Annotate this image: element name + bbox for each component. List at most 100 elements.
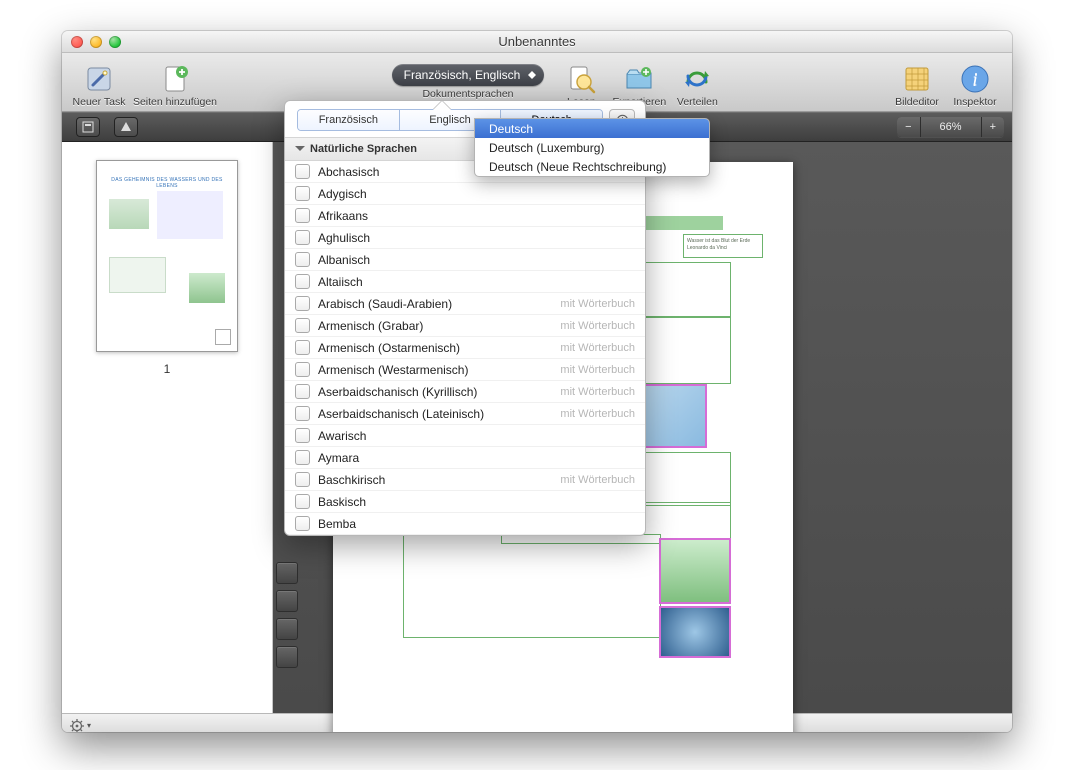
thumbnail-page-number: 1: [164, 362, 171, 376]
language-name: Afrikaans: [318, 209, 368, 223]
language-name: Aserbaidschanisch (Lateinisch): [318, 407, 484, 421]
language-dropdown-label: Französisch, Englisch: [404, 68, 521, 82]
titlebar: Unbenanntes: [62, 31, 1012, 53]
checkbox[interactable]: [295, 186, 310, 201]
add-pages-button[interactable]: Seiten hinzufügen: [130, 56, 220, 108]
submenu-item[interactable]: Deutsch (Luxemburg): [475, 138, 709, 157]
thumbnail-sidebar: DAS GEHEIMNIS DES WASSERS UND DES LEBENS…: [62, 142, 273, 713]
inspector-button[interactable]: i Inspektor: [948, 56, 1002, 108]
language-row[interactable]: Baskisch: [285, 491, 645, 513]
checkbox[interactable]: [295, 406, 310, 421]
language-row[interactable]: Armenisch (Westarmenisch) mit Wörterbuch: [285, 359, 645, 381]
disclosure-triangle-icon: [295, 146, 305, 156]
checkbox[interactable]: [295, 296, 310, 311]
zoom-out-button[interactable]: −: [897, 117, 920, 137]
doc-text-block-6: [403, 534, 661, 638]
doc-quote-block: Wasser ist das Blut der Erde Leonardo da…: [683, 234, 763, 258]
zoom-in-button[interactable]: +: [982, 117, 1004, 137]
page-type-icon: [215, 329, 231, 345]
language-list: Abchasisch Adygisch Afrikaans Aghulisch Alba…: [285, 161, 645, 535]
language-name: Awarisch: [318, 429, 366, 443]
checkbox[interactable]: [295, 208, 310, 223]
share-label: Verteilen: [677, 96, 718, 108]
ruler-icon: [900, 62, 934, 96]
inspector-label: Inspektor: [953, 96, 996, 108]
doc-image-2: [659, 538, 731, 604]
language-name: Adygisch: [318, 187, 367, 201]
language-meta: mit Wörterbuch: [560, 298, 635, 310]
language-row[interactable]: Arabisch (Saudi-Arabien) mit Wörterbuch: [285, 293, 645, 315]
language-row[interactable]: Afrikaans: [285, 205, 645, 227]
language-name: Baskisch: [318, 495, 366, 509]
share-button[interactable]: Verteilen: [670, 56, 724, 108]
language-meta: mit Wörterbuch: [560, 408, 635, 420]
language-meta: mit Wörterbuch: [560, 474, 635, 486]
language-category-label: Natürliche Sprachen: [310, 143, 417, 155]
thumbnail-view-button[interactable]: [76, 117, 100, 137]
gear-menu-button[interactable]: ▾: [70, 719, 91, 733]
language-name: Armenisch (Grabar): [318, 319, 423, 333]
add-pages-label: Seiten hinzufügen: [133, 96, 217, 108]
area-tool-3[interactable]: [276, 618, 298, 640]
language-row[interactable]: Aymara: [285, 447, 645, 469]
language-name: Altaiisch: [318, 275, 363, 289]
page-thumbnail[interactable]: DAS GEHEIMNIS DES WASSERS UND DES LEBENS: [96, 160, 238, 352]
language-row[interactable]: Aserbaidschanisch (Kyrillisch)mit Wörter…: [285, 381, 645, 403]
language-name: Aghulisch: [318, 231, 370, 245]
language-row[interactable]: Albanisch: [285, 249, 645, 271]
language-variant-submenu: DeutschDeutsch (Luxemburg)Deutsch (Neue …: [474, 118, 710, 177]
checkbox[interactable]: [295, 472, 310, 487]
checkbox[interactable]: [295, 516, 310, 531]
svg-text:i: i: [972, 69, 977, 89]
language-meta: mit Wörterbuch: [560, 364, 635, 376]
language-row[interactable]: Armenisch (Ostarmenisch) mit Wörterbuch: [285, 337, 645, 359]
checkbox[interactable]: [295, 362, 310, 377]
checkbox[interactable]: [295, 494, 310, 509]
checkbox[interactable]: [295, 340, 310, 355]
area-tool-2[interactable]: [276, 590, 298, 612]
language-row[interactable]: Armenisch (Grabar)mit Wörterbuch: [285, 315, 645, 337]
checkbox[interactable]: [295, 450, 310, 465]
submenu-item[interactable]: Deutsch (Neue Rechtschreibung): [475, 157, 709, 176]
language-row[interactable]: Adygisch: [285, 183, 645, 205]
language-dropdown[interactable]: Französisch, Englisch: [392, 64, 545, 86]
language-row[interactable]: Aserbaidschanisch (Lateinisch) mit Wörter…: [285, 403, 645, 425]
zoom-control: − 66% +: [897, 117, 1004, 137]
magnifier-page-icon: [564, 62, 598, 96]
checkbox[interactable]: [295, 164, 310, 179]
folder-export-icon: [622, 62, 656, 96]
checkbox[interactable]: [295, 252, 310, 267]
new-task-button[interactable]: Neuer Task: [72, 56, 126, 108]
share-arrows-icon: [680, 62, 714, 96]
window-title: Unbenanntes: [62, 34, 1012, 49]
info-icon: i: [958, 62, 992, 96]
language-row[interactable]: Bemba: [285, 513, 645, 535]
area-tool-4[interactable]: [276, 646, 298, 668]
language-tab[interactable]: Französisch: [298, 110, 400, 130]
language-row[interactable]: Aghulisch: [285, 227, 645, 249]
language-name: Albanisch: [318, 253, 370, 267]
language-name: Armenisch (Ostarmenisch): [318, 341, 460, 355]
language-dropdown-caption: Dokumentsprachen: [422, 88, 513, 100]
language-name: Arabisch (Saudi-Arabien): [318, 297, 452, 311]
language-name: Aymara: [318, 451, 359, 465]
language-name: Bemba: [318, 517, 356, 531]
zoom-value[interactable]: 66%: [921, 117, 982, 137]
checkbox[interactable]: [295, 384, 310, 399]
image-editor-button[interactable]: Bildeditor: [890, 56, 944, 108]
checkbox[interactable]: [295, 318, 310, 333]
language-meta: mit Wörterbuch: [560, 342, 635, 354]
checkbox[interactable]: [295, 428, 310, 443]
language-name: Abchasisch: [318, 165, 379, 179]
language-row[interactable]: Altaiisch: [285, 271, 645, 293]
language-name: Aserbaidschanisch (Kyrillisch): [318, 385, 477, 399]
warnings-button[interactable]: [114, 117, 138, 137]
submenu-item[interactable]: Deutsch: [475, 119, 709, 138]
language-row[interactable]: Awarisch: [285, 425, 645, 447]
language-row[interactable]: Baschkirischmit Wörterbuch: [285, 469, 645, 491]
area-tool-1[interactable]: [276, 562, 298, 584]
checkbox[interactable]: [295, 230, 310, 245]
language-name: Armenisch (Westarmenisch): [318, 363, 468, 377]
checkbox[interactable]: [295, 274, 310, 289]
thumbnail-title: DAS GEHEIMNIS DES WASSERS UND DES LEBENS: [107, 177, 227, 189]
